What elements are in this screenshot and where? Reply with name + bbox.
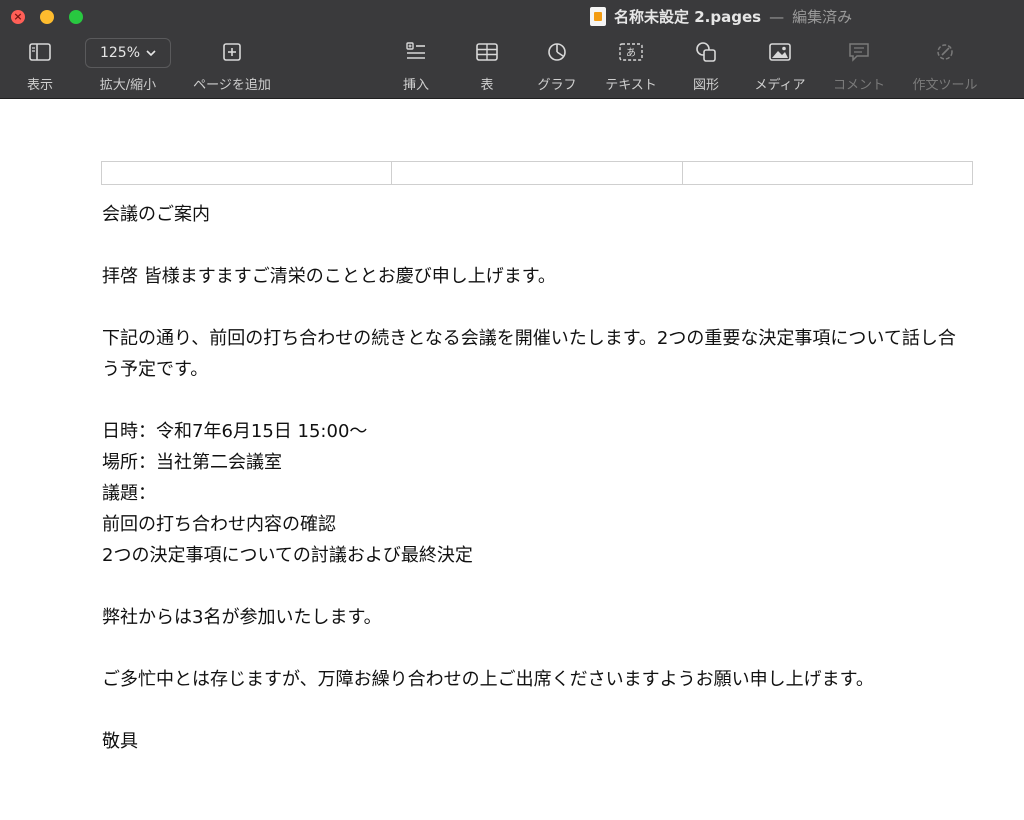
shape-icon <box>695 38 717 66</box>
pages-document-icon <box>590 7 606 26</box>
sidebar-icon <box>29 38 51 66</box>
writing-tools-icon <box>934 38 956 66</box>
chart-icon <box>547 38 567 66</box>
header-center-field[interactable] <box>392 161 683 185</box>
zoom-label: 拡大/縮小 <box>99 78 157 93</box>
writing-tools-label: 作文ツール <box>912 78 978 93</box>
toolbar: × 名称未設定 2.pages — 編集済み 表示 125% 拡大/縮小 ページ… <box>0 0 1024 99</box>
attendance-note: 弊社からは3名が参加いたします。 <box>102 607 382 628</box>
title-separator: — <box>769 7 785 26</box>
meeting-datetime: 日時：令和7年6月15日 15:00〜 <box>102 421 368 442</box>
chevron-down-icon <box>146 45 156 61</box>
text-box-icon: あ <box>619 38 643 66</box>
insert-icon <box>405 38 427 66</box>
document-body[interactable]: 会議のご案内 拝啓 皆様ますますご清栄のこととお慶び申し上げます。 下記の通り、… <box>102 199 972 757</box>
document-name: 名称未設定 2.pages <box>614 8 762 26</box>
pages-window: × 名称未設定 2.pages — 編集済み 表示 125% 拡大/縮小 ページ… <box>0 0 1024 820</box>
window-title: 名称未設定 2.pages — 編集済み <box>590 6 852 27</box>
plus-square-icon <box>222 38 242 66</box>
writing-tools-button[interactable]: 作文ツール <box>905 38 985 93</box>
text-label: テキスト <box>605 78 657 93</box>
image-icon <box>769 38 791 66</box>
agenda-item-1: 前回の打ち合わせ内容の確認 <box>102 514 336 535</box>
header-right-field[interactable] <box>682 161 973 185</box>
document-canvas[interactable]: 会議のご案内 拝啓 皆様ますますご清栄のこととお慶び申し上げます。 下記の通り、… <box>0 99 1024 820</box>
chart-button[interactable]: グラフ <box>517 38 597 93</box>
media-label: メディア <box>754 78 806 93</box>
letter-greeting: 拝啓 皆様ますますご清栄のこととお慶び申し上げます。 <box>102 266 556 287</box>
zoom-select[interactable]: 125% <box>85 38 171 68</box>
table-icon <box>476 38 498 66</box>
agenda-item-2: 2つの決定事項についての討議および最終決定 <box>102 545 473 566</box>
letter-heading: 会議のご案内 <box>102 204 210 225</box>
header-left-field[interactable] <box>101 161 393 185</box>
page-header[interactable] <box>101 161 973 187</box>
minimize-window-button[interactable] <box>40 10 54 24</box>
comment-label: コメント <box>832 78 885 93</box>
text-button[interactable]: あ テキスト <box>591 38 671 93</box>
close-window-button[interactable]: × <box>11 10 25 24</box>
comment-icon <box>848 38 870 66</box>
shape-label: 図形 <box>692 78 719 93</box>
table-button[interactable]: 表 <box>447 38 527 93</box>
zoom-control[interactable]: 125% 拡大/縮小 <box>85 38 171 93</box>
add-page-button[interactable]: ページを追加 <box>186 38 278 93</box>
letter-intro: 下記の通り、前回の打ち合わせの続きとなる会議を開催いたします。2つの重要な決定事… <box>102 328 956 380</box>
view-label: 表示 <box>26 78 53 93</box>
insert-label: 挿入 <box>402 78 429 93</box>
edited-status: 編集済み <box>792 8 853 26</box>
shape-button[interactable]: 図形 <box>666 38 746 93</box>
agenda-label: 議題： <box>102 483 156 504</box>
view-button[interactable]: 表示 <box>0 38 80 93</box>
insert-button[interactable]: 挿入 <box>376 38 456 93</box>
add-page-label: ページを追加 <box>193 78 271 93</box>
close-icon: × <box>13 10 23 23</box>
comment-button[interactable]: コメント <box>819 38 899 93</box>
zoom-window-button[interactable] <box>69 10 83 24</box>
svg-text:あ: あ <box>626 47 636 59</box>
letter-closing: 敬具 <box>102 731 138 752</box>
meeting-place: 場所：当社第二会議室 <box>102 452 282 473</box>
table-label: 表 <box>480 78 494 93</box>
zoom-value: 125% <box>99 45 141 61</box>
attendance-request: ご多忙中とは存じますが、万障お繰り合わせの上ご出席くださいますようお願い申し上げ… <box>102 669 874 690</box>
media-button[interactable]: メディア <box>740 38 820 93</box>
chart-label: グラフ <box>537 78 577 93</box>
